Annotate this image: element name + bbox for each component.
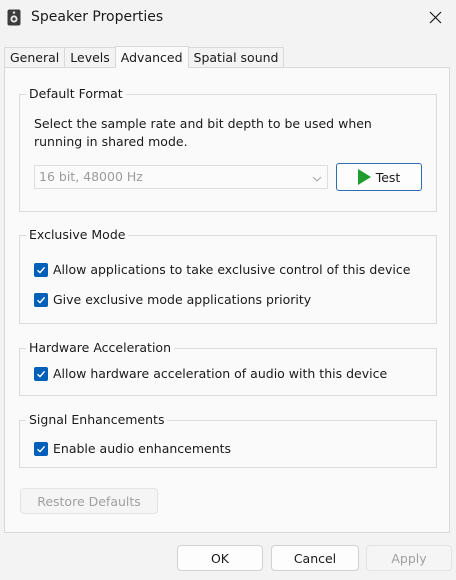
cancel-button[interactable]: Cancel (271, 545, 359, 571)
hardware-acceleration-title: Hardware Acceleration (26, 340, 174, 356)
test-button[interactable]: Test (336, 163, 422, 191)
format-dropdown[interactable]: 16 bit, 48000 Hz (34, 165, 328, 189)
signal-enhancements-group: Signal Enhancements Enable audio enhance… (19, 412, 437, 468)
chevron-down-icon (311, 170, 323, 182)
advanced-panel: Default Format Select the sample rate an… (4, 67, 450, 533)
exclusive-control-checkbox[interactable]: Allow applications to take exclusive con… (34, 262, 410, 277)
exclusive-priority-checkbox[interactable]: Give exclusive mode applications priorit… (34, 292, 311, 307)
hardware-acceleration-label: Allow hardware acceleration of audio wit… (53, 366, 388, 381)
tab-spatial-sound[interactable]: Spatial sound (188, 47, 285, 67)
checkmark-icon[interactable] (34, 366, 48, 381)
speaker-icon (7, 9, 21, 26)
checkmark-icon[interactable] (34, 441, 48, 456)
tab-advanced[interactable]: Advanced (114, 46, 189, 68)
title-bar: Speaker Properties (0, 0, 456, 36)
audio-enhancements-label: Enable audio enhancements (53, 441, 232, 456)
exclusive-control-label: Allow applications to take exclusive con… (53, 262, 411, 277)
window-title: Speaker Properties (31, 9, 164, 25)
restore-defaults-button[interactable]: Restore Defaults (20, 488, 158, 514)
checkmark-icon[interactable] (34, 292, 48, 307)
play-icon (357, 169, 371, 185)
ok-button[interactable]: OK (177, 545, 263, 571)
exclusive-mode-group: Exclusive Mode Allow applications to tak… (19, 227, 437, 324)
tab-strip: General Levels Advanced Spatial sound (4, 46, 285, 68)
exclusive-priority-label: Give exclusive mode applications priorit… (53, 292, 312, 307)
signal-enhancements-title: Signal Enhancements (26, 412, 168, 428)
default-format-title: Default Format (26, 86, 126, 102)
hardware-acceleration-group: Hardware Acceleration Allow hardware acc… (19, 340, 437, 396)
test-button-label: Test (375, 169, 401, 185)
format-dropdown-value: 16 bit, 48000 Hz (39, 169, 143, 184)
hardware-acceleration-checkbox[interactable]: Allow hardware acceleration of audio wit… (34, 366, 387, 381)
checkmark-icon[interactable] (34, 262, 48, 277)
close-icon[interactable] (422, 4, 448, 30)
apply-button[interactable]: Apply (366, 545, 452, 571)
exclusive-mode-title: Exclusive Mode (26, 227, 129, 243)
default-format-description: Select the sample rate and bit depth to … (34, 116, 372, 149)
audio-enhancements-checkbox[interactable]: Enable audio enhancements (34, 441, 231, 456)
default-format-group: Default Format Select the sample rate an… (19, 86, 437, 212)
tab-levels[interactable]: Levels (64, 47, 115, 67)
tab-general[interactable]: General (4, 47, 65, 67)
